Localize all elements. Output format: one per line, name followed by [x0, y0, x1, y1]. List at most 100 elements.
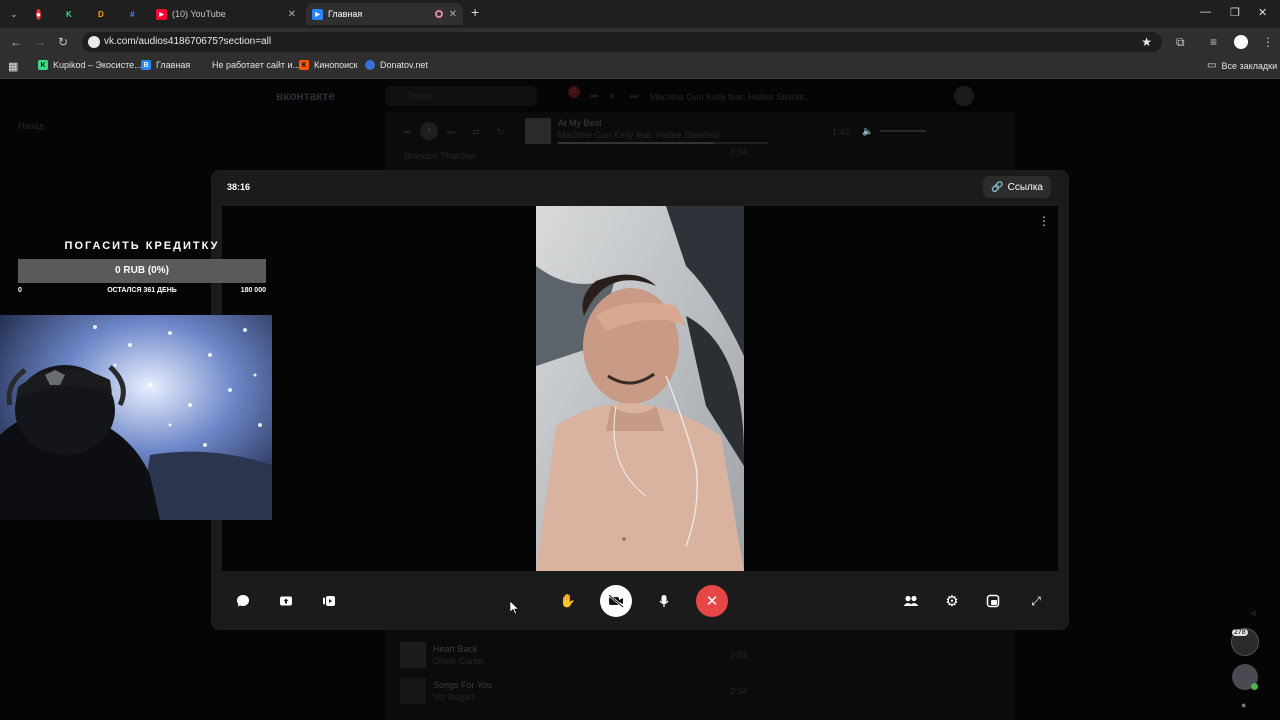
vk-logo-text: вконтакте — [276, 89, 335, 103]
camera-off-button[interactable] — [600, 585, 632, 617]
youtube-icon: ▶ — [156, 8, 167, 20]
pinned-tab-2[interactable]: K — [60, 3, 80, 25]
call-window: 38:16 🔗 Ссылка ⋮ ✋ ✕ ⚙ ⤢ — [211, 170, 1069, 630]
fullscreen-icon[interactable]: ⤢ — [1020, 585, 1052, 617]
minimize-icon[interactable]: — — [1200, 6, 1211, 18]
folder-icon: ▭ — [1207, 60, 1217, 71]
volume-slider[interactable] — [880, 130, 926, 132]
microphone-icon[interactable] — [648, 585, 680, 617]
share-screen-icon[interactable] — [270, 585, 302, 617]
next-icon[interactable]: ⏭ — [447, 127, 455, 138]
track-time: 1:42 — [832, 127, 850, 137]
online-status-icon — [1251, 683, 1258, 690]
profile-avatar[interactable] — [1234, 35, 1248, 49]
message-icon[interactable]: ● — [1241, 700, 1246, 710]
site-info-icon[interactable] — [88, 36, 100, 48]
vk-search-input[interactable]: Поиск — [385, 86, 537, 106]
kupikod-icon: K — [38, 60, 48, 70]
tab-vk[interactable]: ▶ Главная ✕ — [306, 3, 463, 25]
tab-search-button[interactable]: ⌄ — [4, 3, 24, 25]
next-track-icon[interactable]: ⏭ — [630, 91, 638, 102]
media-controls-icon[interactable]: ≡ — [1210, 35, 1217, 49]
all-bookmarks[interactable]: ▭ Все закладки — [1207, 60, 1277, 71]
track-time: 2:52 — [730, 650, 748, 660]
settings-gear-icon[interactable]: ⚙ — [936, 585, 968, 617]
pinned-tab-4[interactable]: # — [124, 3, 144, 25]
effects-icon[interactable] — [313, 585, 345, 617]
bookmark-donatov[interactable]: Donatov.net — [365, 60, 428, 70]
back-icon[interactable]: ← — [10, 35, 22, 49]
bookmark-label: Главная — [156, 60, 191, 70]
chat-button[interactable]: 278 — [1231, 628, 1259, 656]
new-tab-icon[interactable]: + — [471, 4, 479, 20]
tab-label: Главная — [328, 9, 363, 19]
close-tab-icon[interactable]: ✕ — [449, 9, 457, 20]
collapse-icon[interactable]: « — [1251, 608, 1257, 619]
link-label: Ссылка — [1007, 181, 1043, 193]
user-avatar[interactable] — [954, 86, 974, 106]
participants-icon[interactable] — [895, 585, 927, 617]
chevron-down-icon: ⌄ — [10, 8, 18, 19]
apps-grid-icon[interactable]: ▦ — [8, 60, 18, 73]
track-title[interactable]: Songs For You — [433, 680, 492, 690]
header-track[interactable]: Machine Gun Kelly feat. Hailee Steinfe..… — [650, 92, 812, 102]
repeat-icon[interactable]: ↻ — [497, 127, 505, 138]
chat-icon[interactable] — [227, 585, 259, 617]
pause-icon[interactable]: ⏸ — [610, 91, 615, 102]
contact-avatar[interactable] — [1232, 664, 1258, 690]
menu-icon[interactable]: ⋮ — [1262, 35, 1274, 49]
vk-logo[interactable]: вконтакте — [276, 89, 335, 103]
link-icon: 🔗 — [991, 181, 1004, 193]
participant-video — [536, 206, 744, 571]
bookmark-vk[interactable]: В Главная — [141, 60, 190, 70]
bookmark-broken-site[interactable]: Не работает сайт и... — [197, 60, 300, 70]
bookmark-kupikod[interactable]: K Kupikod – Экосисте... — [38, 60, 142, 70]
bookmark-star-icon[interactable]: ★ — [1141, 32, 1152, 52]
shuffle-icon[interactable]: ⇄ — [472, 127, 480, 138]
notification-badge[interactable]: 11 — [568, 86, 580, 98]
toolbar: ← → ↻ vk.com/audios418670675?section=all… — [0, 28, 1280, 56]
extensions-icon[interactable]: ⧉ — [1176, 35, 1185, 50]
track-artist[interactable]: Viz Bugart — [433, 692, 474, 702]
more-options-icon[interactable]: ⋮ — [1038, 214, 1050, 228]
back-link[interactable]: Назад — [18, 121, 44, 131]
copy-link-button[interactable]: 🔗 Ссылка — [983, 176, 1051, 198]
bookmark-kinopoisk[interactable]: К Кинопоиск — [299, 60, 358, 70]
track-time: 2:34 — [730, 686, 748, 696]
end-call-button[interactable]: ✕ — [696, 585, 728, 617]
bookmark-label: Все закладки — [1221, 60, 1278, 71]
prev-icon[interactable]: ⏮ — [403, 127, 411, 138]
progress-track[interactable] — [558, 142, 768, 144]
track-title[interactable]: Brandon Thatcher — [404, 151, 476, 161]
reload-icon[interactable]: ↻ — [58, 35, 68, 49]
track-artist[interactable]: Oliver Carter — [433, 656, 484, 666]
bookmark-label: Кинопоиск — [314, 60, 358, 70]
track-cover — [400, 642, 426, 668]
forward-icon[interactable]: → — [34, 35, 46, 49]
play-pause-button[interactable]: ⏸ — [420, 122, 438, 140]
picture-in-picture-icon[interactable] — [977, 585, 1009, 617]
vk-icon: В — [141, 60, 151, 70]
camera-off-icon — [608, 594, 624, 608]
track-cover — [400, 678, 426, 704]
close-tab-icon[interactable]: ✕ — [288, 9, 296, 20]
track-title[interactable]: Heart Back — [433, 644, 478, 654]
album-cover — [525, 118, 551, 144]
restore-icon[interactable]: ❐ — [1230, 6, 1240, 19]
close-window-icon[interactable]: ✕ — [1258, 6, 1267, 19]
bookmarks-bar: ▦ K Kupikod – Экосисте... В Главная Не раб… — [0, 56, 1280, 79]
volume-icon[interactable]: 🔈 — [862, 126, 873, 137]
webcam-frame — [0, 315, 272, 520]
donation-icon: D — [98, 9, 104, 19]
address-bar[interactable]: vk.com/audios418670675?section=all ★ — [82, 32, 1162, 52]
track-time: 3:34 — [730, 147, 748, 157]
pinned-tab-3[interactable]: D — [92, 3, 112, 25]
donation-goal-bar: 0 RUB (0%) — [18, 259, 266, 283]
tab-label: (10) YouTube — [172, 9, 226, 19]
prev-track-icon[interactable]: ⏮ — [590, 91, 598, 102]
video-stage: ⋮ — [222, 206, 1058, 571]
tab-youtube[interactable]: ▶ (10) YouTube ✕ — [150, 3, 302, 25]
raise-hand-icon[interactable]: ✋ — [552, 585, 584, 617]
pinned-tab-1[interactable]: ● — [30, 3, 50, 25]
search-placeholder: Поиск — [407, 91, 432, 101]
